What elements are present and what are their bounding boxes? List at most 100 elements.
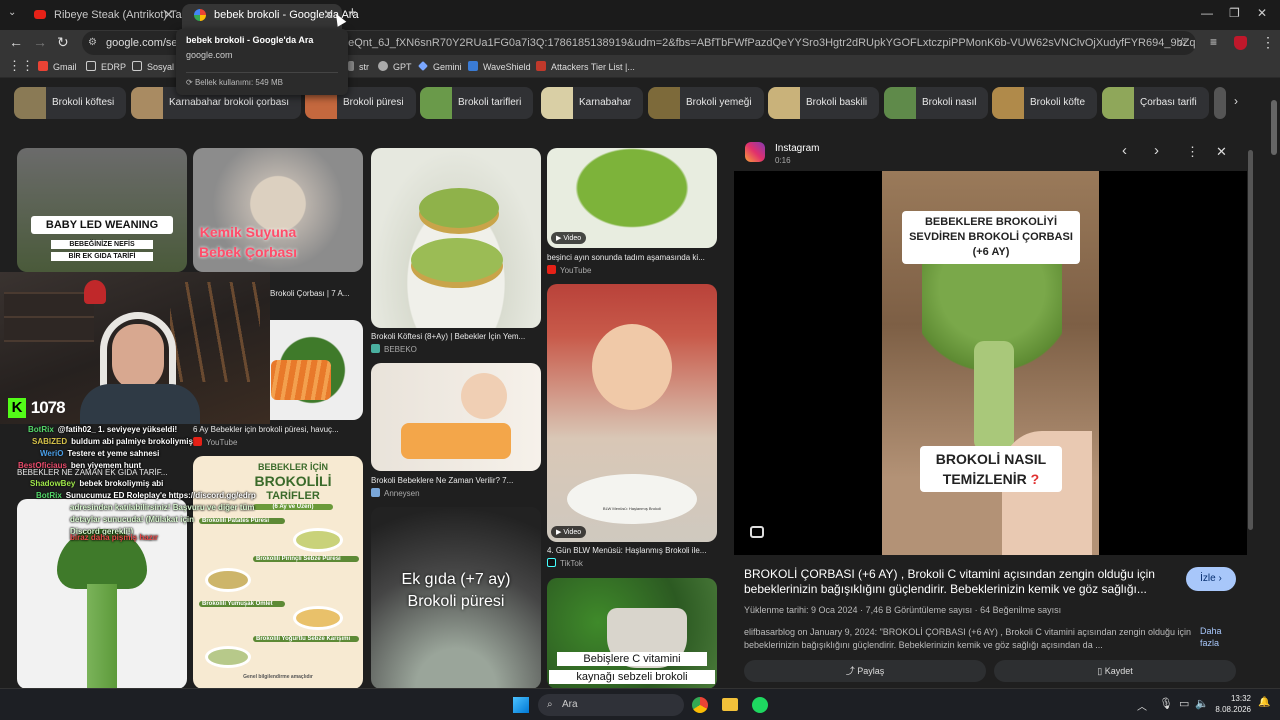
- spotify-icon[interactable]: [752, 697, 768, 713]
- result-brokoli-koftesi[interactable]: [371, 148, 541, 328]
- chat-username[interactable]: BotRix: [28, 425, 54, 434]
- bookmark-gpt[interactable]: GPT: [378, 61, 412, 72]
- patty-image: [419, 188, 499, 228]
- forward-icon[interactable]: →: [33, 34, 47, 50]
- next-icon[interactable]: ›: [1154, 142, 1159, 159]
- back-icon[interactable]: ←: [9, 34, 23, 50]
- result-caption[interactable]: beşinci ayın sonunda tadım aşamasında ki…: [547, 253, 717, 262]
- kick-icon: K: [8, 398, 26, 418]
- result-brokoli-ne-zaman[interactable]: [371, 363, 541, 471]
- bookmark-waveshield[interactable]: WaveShield: [468, 61, 531, 72]
- watch-button[interactable]: İzle ›: [1186, 567, 1236, 591]
- bowl-image: [293, 528, 343, 552]
- tray-overflow-icon[interactable]: ︿: [1137, 698, 1147, 713]
- start-icon[interactable]: [513, 697, 529, 713]
- result-source: YouTube: [547, 265, 591, 275]
- chat-username[interactable]: BotRix: [36, 491, 62, 500]
- lens-icon[interactable]: [750, 526, 764, 538]
- chip-brokoli-tarifleri[interactable]: Brokoli tarifleri: [420, 87, 534, 119]
- page-scrollbar[interactable]: [1271, 100, 1277, 155]
- extension-shield-icon[interactable]: [1234, 36, 1247, 50]
- chip-brokoli-baskili[interactable]: Brokoli baskili: [768, 87, 880, 119]
- tab-search-menu[interactable]: ⌄: [8, 7, 16, 18]
- bookmark-gmail[interactable]: Gmail: [38, 61, 77, 72]
- hover-card-memory: ⟳ Bellek kullanımı: 549 MB: [186, 72, 338, 87]
- chat-username[interactable]: ShadowBey: [30, 479, 75, 488]
- chat-username[interactable]: WeriO: [40, 449, 63, 458]
- chat-message: BestOficiaus ben yiyemem hunt: [18, 460, 141, 472]
- chip-brokoli-kofte[interactable]: Brokoli köfte: [992, 87, 1098, 119]
- notification-icon[interactable]: 🔔: [1258, 697, 1270, 708]
- site-info-icon[interactable]: ⚙: [88, 31, 97, 55]
- result-bebislere-c-vitamini[interactable]: Bebişlere C vitamini kaynağı sebzeli bro…: [547, 578, 717, 688]
- shelf: [4, 292, 94, 342]
- bowl-image: [205, 568, 251, 592]
- new-tab-button[interactable]: +: [348, 4, 357, 21]
- result-kemik-suyuna[interactable]: Kemik Suyuna Bebek Çorbası: [193, 148, 363, 272]
- stream-chat: BotRix @fatih02_ 1. seviyeye yükseldi! SAB…: [0, 424, 290, 544]
- close-panel-icon[interactable]: ✕: [1216, 144, 1227, 160]
- restore-icon[interactable]: ❐: [1229, 6, 1240, 20]
- chat-username[interactable]: SABIZED: [32, 437, 67, 446]
- result-brokoli-puree-video[interactable]: ▶ Video: [547, 148, 717, 248]
- chat-username[interactable]: BestOficiaus: [18, 461, 67, 470]
- baby-image: [461, 373, 507, 419]
- chip-karnabahar[interactable]: Karnabahar: [541, 87, 644, 119]
- network-icon[interactable]: ▭: [1179, 697, 1189, 710]
- tab-strip: ⌄ Ribeye Steak (Antrikot) Tarifi @ ✕ beb…: [0, 0, 1280, 30]
- bookmark-attackers[interactable]: Attackers Tier List |...: [536, 61, 635, 72]
- preview-description: elifbasarblog on January 9, 2024: "BROKO…: [744, 627, 1192, 650]
- chip-corbasi-tarifi[interactable]: Çorbası tarifi: [1102, 87, 1209, 119]
- panel-scrollbar[interactable]: [1248, 150, 1253, 530]
- clock[interactable]: 13:32 8.08.2026: [1211, 693, 1251, 715]
- plate-image: [401, 423, 511, 459]
- chips-next-icon[interactable]: ›: [1234, 94, 1238, 108]
- chip-brokoli-nasil[interactable]: Brokoli nasıl: [884, 87, 989, 119]
- chip-more[interactable]: [1214, 87, 1226, 119]
- prev-icon[interactable]: ‹: [1122, 142, 1127, 159]
- more-link[interactable]: Daha fazla: [1200, 625, 1222, 649]
- save-button[interactable]: ▯ Kaydet: [994, 660, 1236, 682]
- windows-taskbar: ⌕ Ara ︿ 🎙 ▭ 🔈 13:32 8.08.2026 🔔: [0, 688, 1280, 720]
- minimize-icon[interactable]: —: [1201, 6, 1213, 20]
- chip-brokoli-yemegi[interactable]: Brokoli yemeği: [648, 87, 764, 119]
- more-options-icon[interactable]: ⋮: [1186, 144, 1199, 160]
- media-icon[interactable]: ≡: [1210, 35, 1217, 49]
- bookmark-icon: [348, 61, 354, 71]
- tiktok-icon: [547, 558, 556, 567]
- result-caption[interactable]: Brokoli Köftesi (8+Ay) | Bebekler İçin Y…: [371, 332, 541, 341]
- chip-brokoli-koftesi[interactable]: Brokoli köftesi: [14, 87, 127, 119]
- more-menu-icon[interactable]: ⋮: [1261, 34, 1275, 51]
- preview-media[interactable]: BEBEKLERE BROKOLİYİ SEVDİREN BROKOLİ ÇOR…: [734, 171, 1247, 555]
- tab-google-search[interactable]: bebek brokoli - Google'da Ara ✕: [182, 4, 359, 30]
- chip-thumbnail: [1102, 87, 1134, 119]
- chat-text: biraz daha pişmiş hazır: [70, 533, 159, 542]
- tab-close-icon[interactable]: ✕: [163, 4, 174, 26]
- taskbar-search[interactable]: ⌕ Ara: [538, 694, 684, 716]
- chrome-icon[interactable]: [692, 697, 708, 713]
- result-blw-menusu[interactable]: BLW Menüsü: Haşlanmış Brokoli ▶ Video: [547, 284, 717, 542]
- apps-icon[interactable]: ⋮⋮: [8, 58, 34, 74]
- tab-ribeye[interactable]: Ribeye Steak (Antrikot) Tarifi @ ✕: [22, 4, 207, 30]
- file-explorer-icon[interactable]: [722, 698, 738, 711]
- result-caption[interactable]: Brokoli Çorbası | 7 A...: [270, 289, 363, 298]
- result-ek-gida-brokoli-puresi[interactable]: Ek gıda (+7 ay) Brokoli püresi: [371, 507, 541, 688]
- result-caption[interactable]: Brokoli Bebeklere Ne Zaman Verilir? 7...: [371, 476, 541, 485]
- volume-icon[interactable]: 🔈: [1195, 697, 1209, 710]
- url-rest: beQnt_6J_fXN6snR70Y2RUa1FG0a7i3Q:1786185…: [342, 37, 1196, 49]
- close-window-icon[interactable]: ✕: [1257, 6, 1267, 20]
- share-button[interactable]: ⤴ Paylaş: [744, 660, 986, 682]
- bookmark-sosyal[interactable]: Sosyal: [132, 61, 174, 72]
- bookmark-edrp[interactable]: EDRP: [86, 61, 126, 72]
- bookmark-star-icon[interactable]: ☆: [1177, 35, 1188, 49]
- reload-icon[interactable]: ↻: [57, 34, 69, 51]
- preview-title[interactable]: BROKOLİ ÇORBASI (+6 AY) , Brokoli C vita…: [744, 567, 1169, 597]
- mic-icon[interactable]: 🎙: [1159, 697, 1173, 710]
- result-baby-led-weaning[interactable]: BABY LED WEANING BEBEĞİNİZE NEFİS BİR EK…: [17, 148, 187, 272]
- youtube-icon: [34, 10, 46, 19]
- bookmark-str[interactable]: str: [348, 61, 369, 72]
- bookmark-gemini[interactable]: Gemini: [418, 61, 462, 72]
- preview-source[interactable]: Instagram: [775, 143, 819, 154]
- result-caption[interactable]: 4. Gün BLW Menüsü: Haşlanmış Brokoli ile…: [547, 546, 717, 555]
- bookmark-icon: ▯: [1097, 666, 1105, 676]
